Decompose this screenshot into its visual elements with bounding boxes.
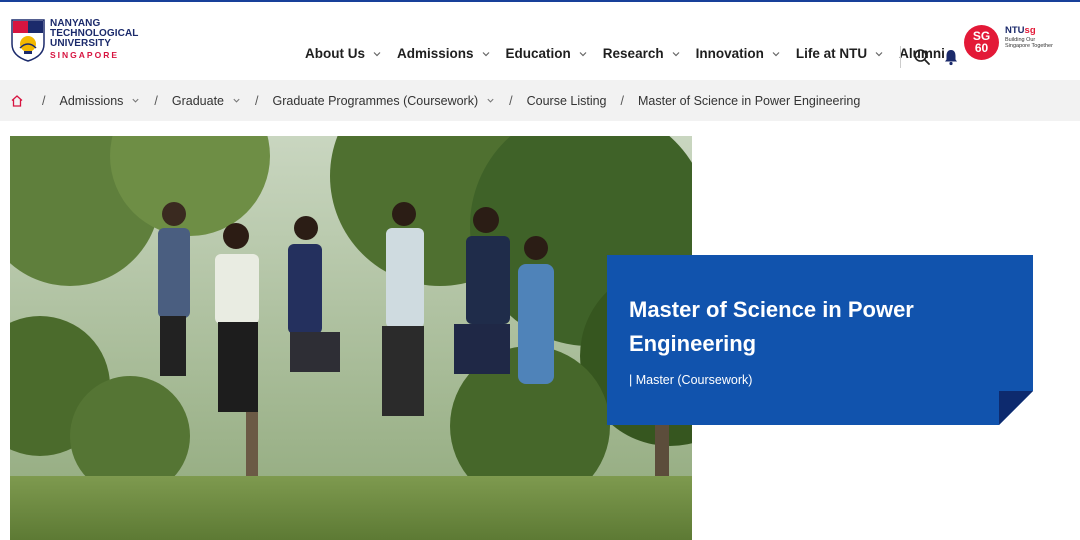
nav-label: Life at NTU [795,46,868,61]
hero-image [10,136,692,540]
breadcrumb-separator: / [42,93,46,108]
chevron-down-icon [373,51,381,56]
breadcrumb-separator: / [620,93,624,108]
nav-label: Innovation [695,46,764,61]
ntusg-prefix: NTU [1005,25,1025,36]
nav-label: Research [602,46,664,61]
breadcrumb-separator: / [509,93,513,108]
nav-label: Admissions [397,46,474,61]
breadcrumb-course-listing[interactable]: Course Listing [527,94,607,108]
breadcrumb-current: Master of Science in Power Engineering [638,94,860,108]
main-nav: About Us Admissions Education Research I… [305,46,945,61]
programme-type: | Master (Coursework) [629,373,753,387]
chevron-down-icon [482,51,489,56]
chevron-down-icon [132,98,139,103]
ntusg-wordmark: NTUsg [1005,25,1055,36]
breadcrumb-graduate[interactable]: Graduate [172,94,241,108]
university-name: NANYANG TECHNOLOGICAL UNIVERSITY SINGAPO… [50,19,139,61]
breadcrumb-graduate-programmes[interactable]: Graduate Programmes (Coursework) [273,94,496,108]
chevron-down-icon [672,51,680,56]
search-icon[interactable] [913,48,931,66]
university-name-line3: UNIVERSITY [50,38,112,49]
ntu-logo[interactable]: NANYANG TECHNOLOGICAL UNIVERSITY SINGAPO… [10,18,140,66]
breadcrumb: / Admissions / Graduate / Graduate Progr… [0,80,1080,121]
nav-divider [900,46,901,68]
students-jumping-photo [10,136,692,540]
nav-education[interactable]: Education [506,46,588,61]
ntusg-brand[interactable]: NTUsg Building Our Singapore Together [1005,25,1055,49]
chevron-down-icon [487,98,494,103]
bell-icon[interactable] [942,48,960,66]
breadcrumb-separator: / [255,93,259,108]
nav-research[interactable]: Research [603,46,681,61]
nav-label: About Us [305,46,365,61]
university-name-line4: SINGAPORE [50,50,120,60]
breadcrumb-label: Course Listing [526,93,607,108]
chevron-down-icon [233,98,240,103]
breadcrumb-label: Graduate Programmes (Coursework) [272,93,479,108]
nav-life-at-ntu[interactable]: Life at NTU [796,46,884,61]
nav-about-us[interactable]: About Us [305,46,382,61]
nav-innovation[interactable]: Innovation [696,46,781,61]
sg60-badge[interactable]: SG 60 [964,25,999,60]
site-header: NANYANG TECHNOLOGICAL UNIVERSITY SINGAPO… [0,2,1080,80]
chevron-down-icon [579,51,587,56]
breadcrumb-label: Master of Science in Power Engineering [638,93,861,108]
crest-icon [11,19,45,62]
chevron-down-icon [772,51,780,56]
sg60-badge-line2: 60 [974,41,989,55]
chevron-down-icon [875,51,883,56]
home-icon[interactable] [10,94,24,108]
ntusg-tagline: Building Our Singapore Together [1005,37,1053,49]
corner-fold-decoration [999,391,1033,425]
breadcrumb-separator: / [154,93,158,108]
breadcrumb-admissions[interactable]: Admissions [59,94,140,108]
hero-card: Master of Science in Power Engineering |… [607,255,1033,425]
ntusg-suffix: sg [1024,25,1036,36]
page-title: Master of Science in Power Engineering [629,297,914,356]
breadcrumb-label: Admissions [59,93,124,108]
nav-label: Education [505,46,571,61]
nav-admissions[interactable]: Admissions [397,46,491,61]
breadcrumb-label: Graduate [171,93,225,108]
